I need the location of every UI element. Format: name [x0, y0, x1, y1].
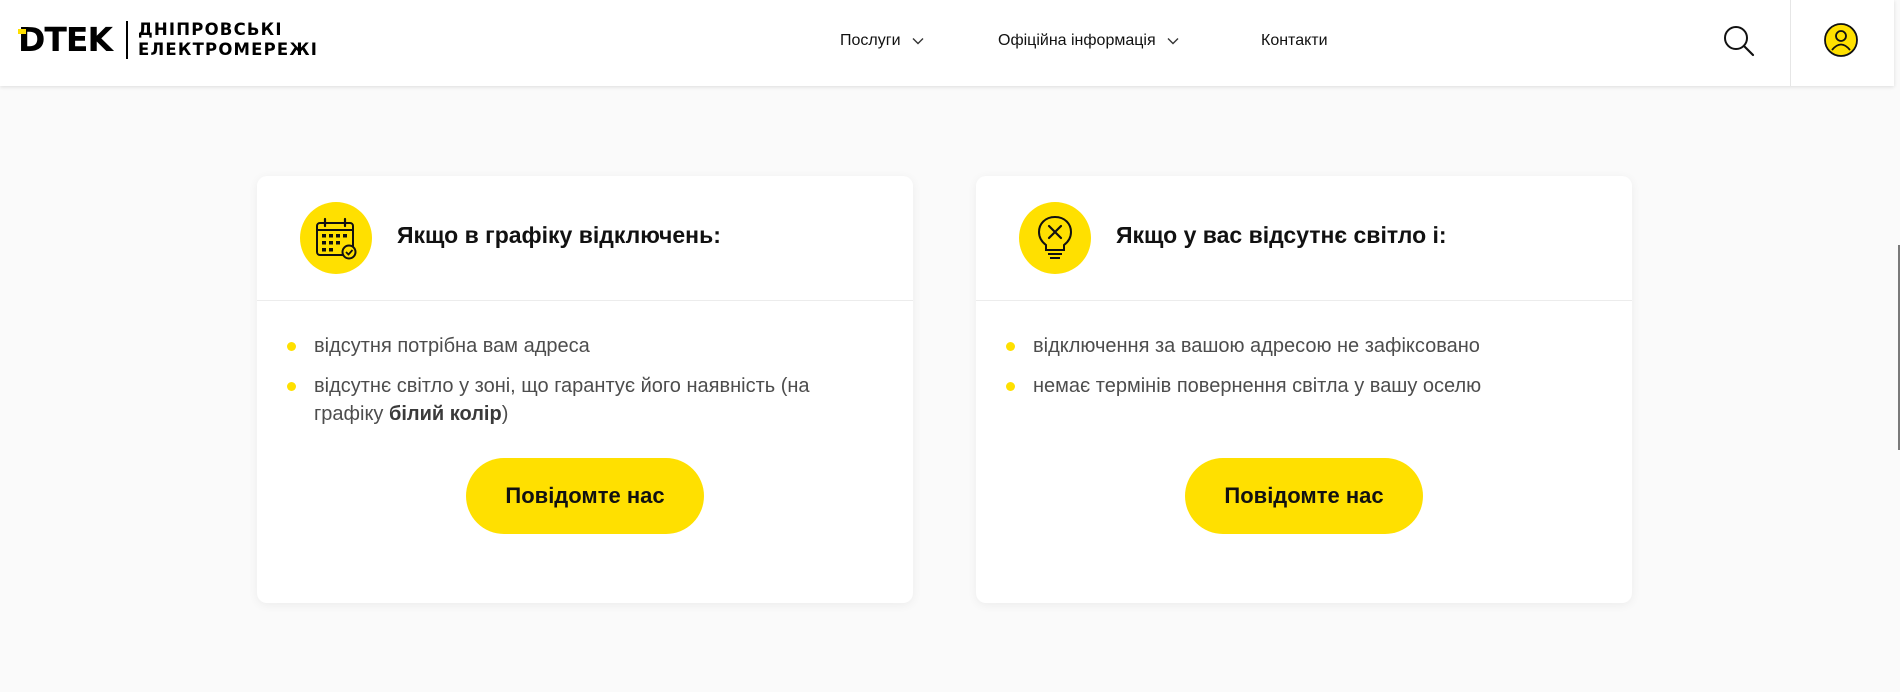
card-header: Якщо в графіку відключень: — [257, 176, 913, 301]
list-item: відключення за вашою адресою не зафіксов… — [1006, 332, 1586, 360]
bullet-dot — [1006, 342, 1015, 351]
card-bullet-list: відключення за вашою адресою не зафіксов… — [1006, 332, 1586, 412]
header-divider — [1790, 0, 1791, 86]
user-icon[interactable] — [1823, 22, 1859, 58]
card-title: Якщо в графіку відключень: — [397, 222, 721, 248]
bullet-dot — [1006, 382, 1015, 391]
logo-subtitle: ДНІПРОВСЬКІ ЕЛЕКТРОМЕРЕЖІ — [138, 20, 318, 60]
list-item-text: немає термінів повернення світла у вашу … — [1033, 375, 1482, 397]
list-item-bold-text: білий колір — [388, 403, 502, 425]
logo-mark-text: DTEK — [18, 20, 113, 59]
logo-accent-bar — [18, 29, 26, 34]
notify-us-button[interactable]: Повідомте нас — [466, 458, 704, 534]
list-item: відсутня потрібна вам адреса — [287, 332, 867, 360]
list-item: відсутнє світло у зоні, що гарантує його… — [287, 372, 867, 428]
chevron-down-icon — [912, 38, 924, 45]
nav-item-services[interactable]: Послуги — [840, 0, 925, 82]
notify-us-button[interactable]: Повідомте нас — [1185, 458, 1423, 534]
list-item: немає термінів повернення світла у вашу … — [1006, 372, 1586, 400]
logo[interactable]: DTEK ДНІПРОВСЬКІ ЕЛЕКТРОМЕРЕЖІ — [18, 20, 318, 60]
search-icon[interactable] — [1722, 24, 1756, 58]
nav-item-label: Послуги — [840, 32, 901, 49]
nav-item-official-info[interactable]: Офіційна інформація — [998, 0, 1180, 82]
nav-item-label: Офіційна інформація — [998, 32, 1156, 49]
bullet-dot — [287, 342, 296, 351]
card-title: Якщо у вас відсутнє світло і: — [1116, 222, 1447, 248]
list-item-text-end: ) — [501, 403, 509, 425]
site-header: DTEK ДНІПРОВСЬКІ ЕЛЕКТРОМЕРЕЖІ Послуги О… — [0, 0, 1894, 86]
card-bullet-list: відсутня потрібна вам адреса відсутнє св… — [287, 332, 867, 440]
logo-subtitle-line1: ДНІПРОВСЬКІ — [138, 20, 283, 39]
bullet-dot — [287, 382, 296, 391]
lightbulb-off-icon — [1019, 202, 1091, 274]
dtek-logo-mark: DTEK — [18, 20, 113, 60]
info-card-no-power: Якщо у вас відсутнє світло і: відключенн… — [976, 176, 1632, 603]
list-item-text: відключення за вашою адресою не зафіксов… — [1033, 335, 1480, 357]
calendar-check-icon — [300, 202, 372, 274]
list-item-text: відсутня потрібна вам адреса — [314, 335, 590, 357]
chevron-down-icon — [1167, 38, 1179, 45]
logo-subtitle-line2: ЕЛЕКТРОМЕРЕЖІ — [138, 40, 319, 59]
info-card-schedule: Якщо в графіку відключень: відсутня потр… — [257, 176, 913, 603]
logo-divider — [126, 21, 129, 59]
nav-item-contacts[interactable]: Контакти — [1261, 0, 1328, 82]
nav-item-label: Контакти — [1261, 32, 1328, 49]
card-header: Якщо у вас відсутнє світло і: — [976, 176, 1632, 301]
